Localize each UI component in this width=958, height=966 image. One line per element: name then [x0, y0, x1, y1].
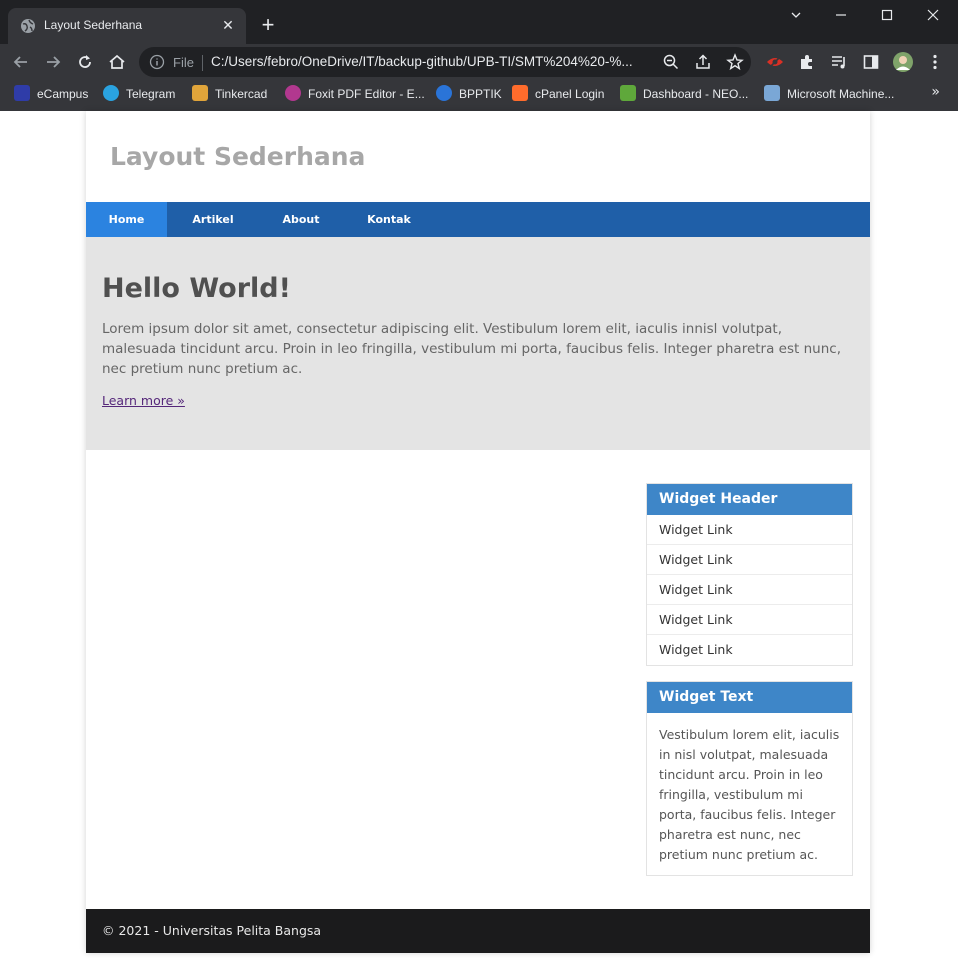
- omnibox-separator: [202, 55, 203, 71]
- side-panel-button[interactable]: [858, 49, 884, 75]
- nav-home[interactable]: Home: [86, 202, 167, 237]
- telegram-icon: [103, 85, 119, 101]
- forward-button[interactable]: [40, 49, 66, 75]
- profile-button[interactable]: [890, 49, 916, 75]
- flask-icon: [764, 85, 780, 101]
- hero-text: Lorem ipsum dolor sit amet, consectetur …: [102, 321, 841, 377]
- tab-search-button[interactable]: [773, 0, 819, 30]
- reload-icon: [79, 55, 91, 68]
- back-button[interactable]: [8, 49, 34, 75]
- widget-link[interactable]: Widget Link: [647, 605, 852, 635]
- tab-strip: Layout Sederhana ✕ +: [0, 0, 958, 44]
- minimize-button[interactable]: [818, 0, 864, 30]
- neo-icon: [620, 85, 636, 101]
- tab-title: Layout Sederhana: [44, 18, 143, 32]
- bookmarks-overflow-icon[interactable]: »: [931, 84, 940, 100]
- bookmark-foxit[interactable]: Foxit PDF Editor - E...: [285, 85, 425, 105]
- footer-copyright: © 2021 - Universitas Pelita Bangsa: [102, 923, 322, 938]
- bookmark-star-icon[interactable]: [726, 53, 744, 71]
- bookmark-label: BPPTIK: [459, 87, 502, 101]
- url-text[interactable]: C:/Users/febro/OneDrive/IT/backup-github…: [211, 54, 651, 69]
- arrow-left-icon: [13, 56, 27, 68]
- eye-slash-icon: [767, 55, 783, 69]
- page-viewport: Layout Sederhana Home Artikel About Kont…: [0, 111, 958, 966]
- reload-button[interactable]: [72, 49, 98, 75]
- browser-tab[interactable]: Layout Sederhana ✕: [8, 8, 246, 44]
- close-tab-icon[interactable]: ✕: [218, 16, 238, 36]
- new-tab-button[interactable]: +: [256, 14, 280, 38]
- site-footer: © 2021 - Universitas Pelita Bangsa: [86, 909, 870, 953]
- foxit-icon: [285, 85, 301, 101]
- extension-eye-button[interactable]: [762, 49, 788, 75]
- container: Layout Sederhana Home Artikel About Kont…: [86, 111, 870, 953]
- address-bar[interactable]: File C:/Users/febro/OneDrive/IT/backup-g…: [139, 47, 751, 77]
- bookmark-bpptik[interactable]: BPPTIK: [436, 85, 502, 105]
- widget-text-header: Widget Text: [647, 682, 852, 713]
- learn-more-link[interactable]: Learn more »: [102, 393, 185, 408]
- hero-section: Hello World! Lorem ipsum dolor sit amet,…: [86, 237, 870, 450]
- widget-links: Widget Header Widget Link Widget Link Wi…: [646, 483, 853, 666]
- hero-title: Hello World!: [102, 273, 291, 304]
- widget-link[interactable]: Widget Link: [647, 575, 852, 605]
- bookmark-label: Tinkercad: [215, 87, 268, 101]
- widget-link[interactable]: Widget Link: [647, 515, 852, 545]
- tinkercad-icon: [192, 85, 208, 101]
- close-icon: [927, 9, 939, 21]
- info-icon[interactable]: [149, 54, 165, 70]
- more-vertical-icon: [933, 54, 937, 70]
- bookmark-microsoft-ml[interactable]: Microsoft Machine...: [764, 85, 894, 105]
- arrow-right-icon: [47, 56, 61, 68]
- bookmark-telegram[interactable]: Telegram: [103, 85, 175, 105]
- ecampus-icon: [14, 85, 30, 101]
- puzzle-icon: [801, 55, 812, 69]
- widget-text: Widget Text Vestibulum lorem elit, iacul…: [646, 681, 853, 876]
- nav-artikel[interactable]: Artikel: [167, 202, 259, 237]
- bookmark-label: Dashboard - NEO...: [643, 87, 749, 101]
- bookmark-label: cPanel Login: [535, 87, 605, 101]
- bookmark-label: Microsoft Machine...: [787, 87, 895, 101]
- bookmark-label: Foxit PDF Editor - E...: [308, 87, 425, 101]
- home-button[interactable]: [104, 49, 130, 75]
- globe-icon: [21, 19, 35, 33]
- widget-header: Widget Header: [647, 484, 852, 515]
- browser-chrome: Layout Sederhana ✕ + File C:/Users/febro…: [0, 0, 958, 111]
- widget-link[interactable]: Widget Link: [647, 545, 852, 575]
- browser-toolbar: File C:/Users/febro/OneDrive/IT/backup-g…: [0, 44, 958, 79]
- bookmarks-bar: eCampus Telegram Tinkercad Foxit PDF Edi…: [0, 79, 958, 111]
- minimize-icon: [836, 14, 846, 16]
- media-button[interactable]: [826, 49, 852, 75]
- site-header: Layout Sederhana: [86, 111, 870, 202]
- widget-text-body: Vestibulum lorem elit, iaculis in nisl v…: [659, 727, 840, 862]
- avatar-icon: [893, 52, 913, 72]
- widget-link[interactable]: Widget Link: [647, 635, 852, 665]
- chevron-down-icon: [791, 12, 801, 18]
- maximize-icon: [881, 9, 893, 21]
- playlist-icon: [832, 56, 845, 69]
- home-icon: [109, 54, 125, 69]
- bookmark-ecampus[interactable]: eCampus: [14, 85, 88, 105]
- cpanel-icon: [512, 85, 528, 101]
- bookmark-cpanel[interactable]: cPanel Login: [512, 85, 604, 105]
- site-title: Layout Sederhana: [110, 142, 366, 171]
- bpptik-icon: [436, 85, 452, 101]
- nav-kontak[interactable]: Kontak: [343, 202, 435, 237]
- close-window-button[interactable]: [910, 0, 956, 30]
- share-icon[interactable]: [694, 53, 712, 71]
- bookmark-tinkercad[interactable]: Tinkercad: [192, 85, 267, 105]
- menu-button[interactable]: [922, 49, 948, 75]
- bookmark-dashboard-neo[interactable]: Dashboard - NEO...: [620, 85, 748, 105]
- bookmark-label: Telegram: [126, 87, 176, 101]
- extensions-button[interactable]: [794, 49, 820, 75]
- main-nav: Home Artikel About Kontak: [86, 202, 870, 237]
- side-panel-icon: [863, 55, 879, 69]
- scheme-label: File: [173, 55, 194, 70]
- zoom-icon[interactable]: [662, 53, 680, 71]
- maximize-button[interactable]: [864, 0, 910, 30]
- nav-about[interactable]: About: [259, 202, 343, 237]
- bookmark-label: eCampus: [37, 87, 89, 101]
